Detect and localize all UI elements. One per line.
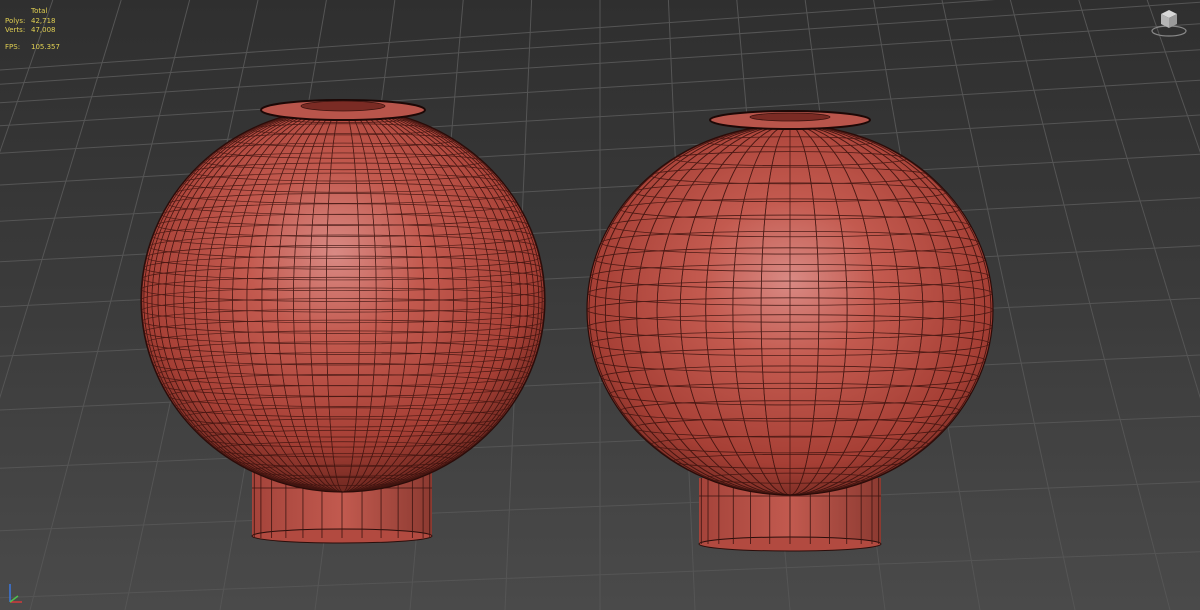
vase-left-body[interactable] bbox=[140, 99, 546, 493]
vase-right-body[interactable] bbox=[586, 110, 994, 496]
stats-value: 47,008 bbox=[31, 26, 56, 34]
stats-row-fps: FPS: 105.357 bbox=[5, 43, 60, 53]
stats-label: Verts: bbox=[5, 26, 26, 34]
stats-label: Polys: bbox=[5, 16, 26, 25]
perspective-viewport[interactable]: Total Polys: 42,718 Verts: 47,008 FPS: 1… bbox=[0, 0, 1200, 610]
stats-value: 42,718 bbox=[31, 16, 56, 25]
axis-tripod-icon bbox=[9, 584, 22, 603]
stats-label: FPS: bbox=[5, 42, 21, 51]
viewcube-icon[interactable] bbox=[1150, 6, 1188, 38]
stats-row-verts: Verts: 47,008 bbox=[5, 26, 60, 36]
stats-header: Total bbox=[31, 7, 48, 15]
scene-canvas[interactable] bbox=[0, 0, 1200, 610]
viewport-statistics: Total Polys: 42,718 Verts: 47,008 FPS: 1… bbox=[5, 7, 60, 52]
stats-row-polys: Polys: 42,718 bbox=[5, 17, 60, 27]
stats-value: 105.357 bbox=[31, 42, 60, 51]
